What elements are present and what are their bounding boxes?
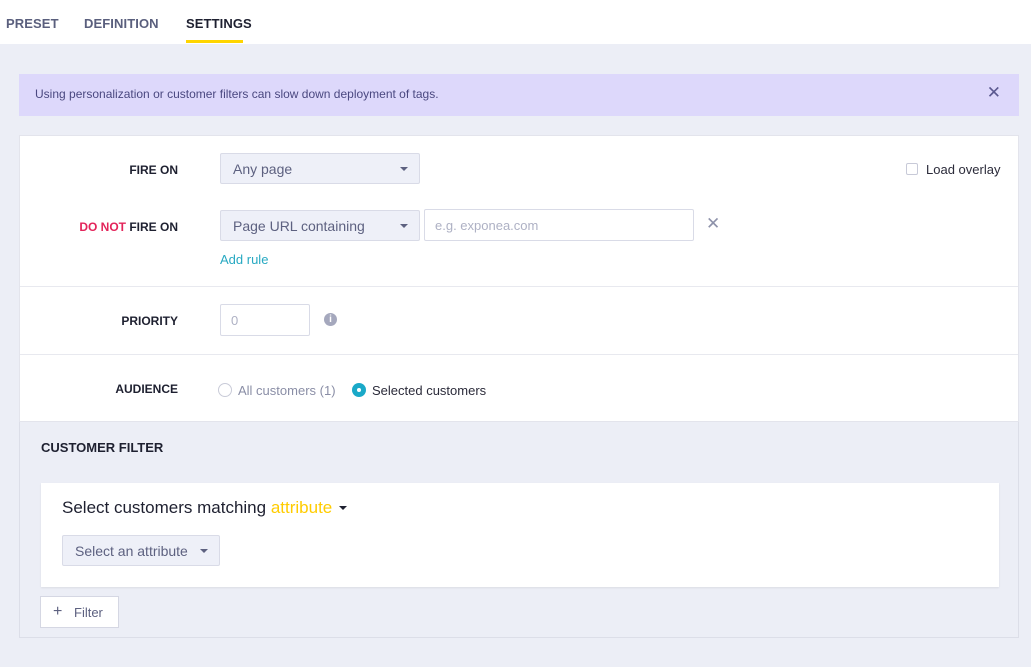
condition-select-value: Page URL containing — [233, 218, 365, 234]
divider — [20, 354, 1018, 355]
remove-rule-icon[interactable]: ✕ — [706, 215, 720, 233]
do-not-label-suffix: FIRE ON — [129, 220, 178, 234]
chevron-down-icon — [400, 167, 408, 171]
attribute-select[interactable]: Select an attribute — [62, 535, 220, 566]
customer-filter-title: CUSTOMER FILTER — [41, 440, 164, 455]
chevron-down-icon — [400, 224, 408, 228]
audience-selected-label: Selected customers — [372, 383, 487, 398]
fire-on-select-value: Any page — [233, 161, 293, 177]
customer-filter-section: CUSTOMER FILTER Select customers matchin… — [19, 422, 1019, 638]
load-overlay-label: Load overlay — [926, 162, 1001, 177]
warning-alert: Using personalization or customer filter… — [19, 74, 1019, 116]
divider — [20, 286, 1018, 287]
plus-icon: + — [53, 603, 63, 620]
close-icon[interactable]: ✕ — [987, 84, 1001, 102]
fire-on-label: FIRE ON — [129, 163, 178, 177]
tab-bar: PRESET DEFINITION SETTINGS — [0, 0, 1031, 44]
add-rule-link[interactable]: Add rule — [220, 252, 268, 267]
add-filter-label: Filter — [74, 605, 103, 620]
alert-text: Using personalization or customer filter… — [35, 87, 439, 101]
settings-card: FIRE ON Any page Load overlay DO NOT FIR… — [19, 135, 1019, 422]
do-not-fire-on-label: DO NOT FIRE ON — [79, 220, 178, 234]
match-mode-dropdown[interactable]: attribute — [271, 498, 332, 517]
url-contains-input[interactable] — [424, 209, 694, 241]
audience-all-radio[interactable] — [218, 383, 232, 397]
tab-settings[interactable]: SETTINGS — [186, 16, 252, 31]
match-heading: Select customers matching attribute — [62, 498, 348, 518]
do-not-label-prefix: DO NOT — [79, 220, 126, 234]
audience-all-label: All customers (1) — [238, 383, 336, 398]
do-not-fire-on-condition-select[interactable]: Page URL containing — [220, 210, 420, 241]
chevron-down-icon — [200, 549, 208, 553]
chevron-down-icon[interactable] — [339, 506, 348, 510]
priority-label: PRIORITY — [121, 314, 178, 328]
tab-preset[interactable]: PRESET — [6, 16, 59, 31]
tab-definition[interactable]: DEFINITION — [84, 16, 159, 31]
customer-filter-card: Select customers matching attribute Sele… — [41, 483, 999, 587]
audience-selected-radio[interactable] — [352, 383, 366, 397]
fire-on-select[interactable]: Any page — [220, 153, 420, 184]
priority-input[interactable] — [220, 304, 310, 336]
audience-label: AUDIENCE — [115, 382, 178, 396]
add-filter-button[interactable]: + Filter — [40, 596, 119, 628]
active-tab-indicator — [186, 40, 243, 43]
load-overlay-checkbox[interactable] — [906, 163, 918, 175]
match-prefix: Select customers matching — [62, 498, 267, 517]
info-icon[interactable]: i — [324, 313, 337, 326]
attribute-select-value: Select an attribute — [75, 543, 188, 559]
